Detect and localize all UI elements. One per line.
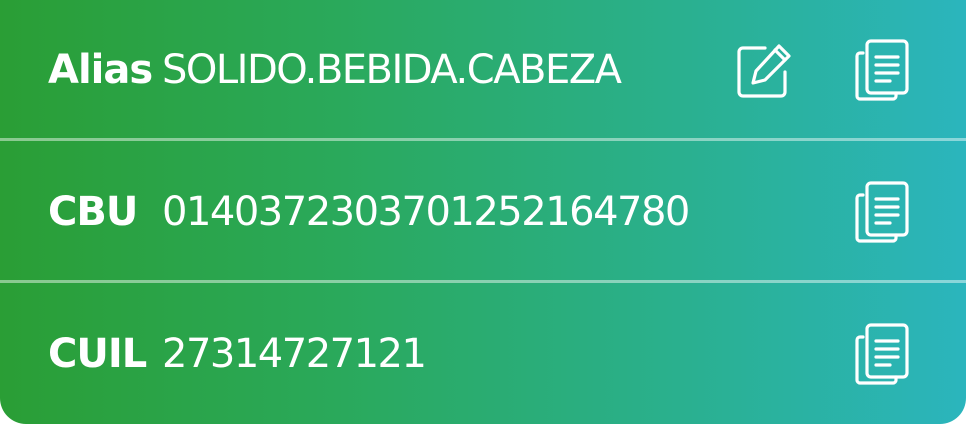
row-divider: [0, 280, 966, 283]
cuil-label: CUIL: [48, 331, 147, 377]
account-info-card: Alias SOLIDO.BEBIDA.CABEZA CBU 014037230…: [0, 0, 966, 424]
cbu-label: CBU: [48, 189, 138, 235]
cbu-row: CBU 0140372303701252164780: [0, 142, 966, 282]
alias-row: Alias SOLIDO.BEBIDA.CABEZA: [0, 0, 966, 140]
edit-alias-button[interactable]: [734, 37, 794, 103]
copy-icon: [855, 323, 909, 385]
cbu-value: 0140372303701252164780: [162, 189, 690, 235]
alias-label: Alias: [48, 47, 153, 93]
copy-icon: [855, 39, 909, 101]
copy-cbu-button[interactable]: [852, 179, 912, 245]
row-divider: [0, 138, 966, 141]
pencil-square-icon: [737, 44, 791, 98]
cuil-row: CUIL 27314727121: [0, 284, 966, 424]
copy-cuil-button[interactable]: [852, 321, 912, 387]
cuil-value: 27314727121: [162, 331, 427, 377]
copy-icon: [855, 181, 909, 243]
copy-alias-button[interactable]: [852, 37, 912, 103]
alias-value: SOLIDO.BEBIDA.CABEZA: [162, 47, 622, 93]
